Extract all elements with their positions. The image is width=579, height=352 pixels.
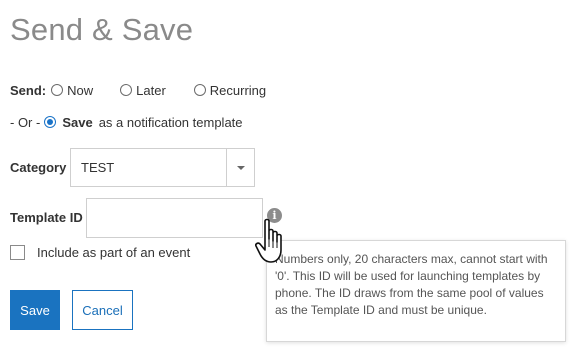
or-label: - Or -	[10, 114, 41, 130]
event-checkbox-row[interactable]: Include as part of an event	[10, 245, 190, 260]
send-row: Send: Now Later Recurring	[10, 80, 266, 100]
save-template-row: - Or - Save as a notification template	[10, 112, 243, 132]
event-checkbox[interactable]	[10, 245, 25, 260]
cancel-button[interactable]: Cancel	[72, 290, 133, 330]
event-checkbox-label: Include as part of an event	[37, 245, 191, 260]
chevron-down-icon	[236, 165, 245, 170]
radio-later-label: Later	[136, 82, 166, 98]
send-label: Send:	[10, 82, 47, 98]
category-label: Category	[10, 160, 67, 175]
page-title: Send & Save	[10, 12, 194, 47]
category-select[interactable]: TEST	[70, 148, 255, 187]
radio-recurring-label: Recurring	[209, 82, 267, 98]
save-button[interactable]: Save	[10, 290, 60, 330]
radio-now-label: Now	[67, 82, 94, 98]
radio-option-later[interactable]: Later	[120, 83, 166, 98]
radio-later[interactable]	[120, 84, 133, 96]
template-id-tooltip: Numbers only, 20 characters max, cannot …	[266, 240, 566, 342]
save-option-suffix: as a notification template	[98, 114, 243, 130]
radio-now[interactable]	[51, 84, 64, 96]
save-option-label: Save	[62, 114, 93, 130]
template-id-input[interactable]	[86, 198, 263, 238]
hand-pointer-cursor-icon	[255, 218, 282, 263]
template-id-label: Template ID	[10, 210, 83, 225]
category-select-value: TEST	[81, 160, 115, 175]
category-dropdown-button[interactable]	[226, 149, 254, 186]
radio-recurring[interactable]	[193, 84, 206, 96]
radio-option-recurring[interactable]: Recurring	[193, 82, 267, 98]
radio-save-template[interactable]	[44, 116, 57, 128]
radio-option-now[interactable]: Now	[51, 83, 93, 98]
